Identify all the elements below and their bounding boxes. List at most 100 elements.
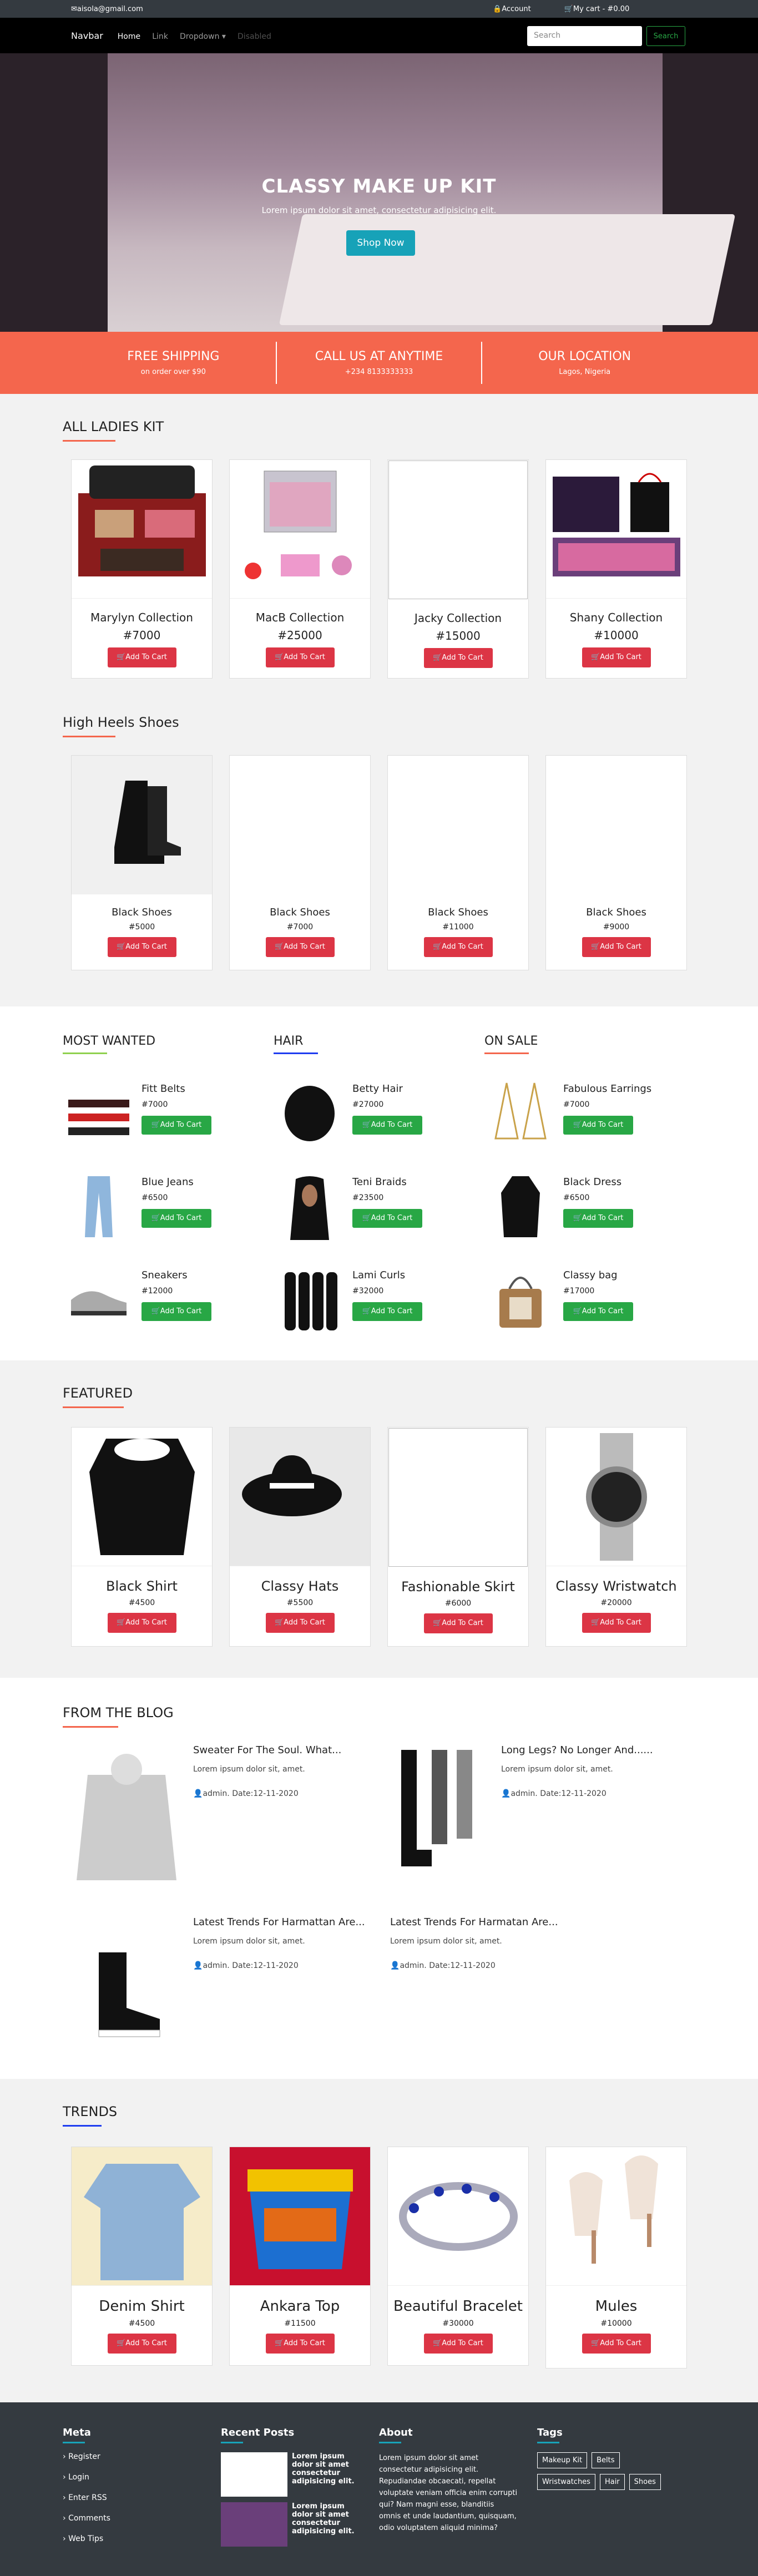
tag-hair[interactable]: Hair: [599, 2474, 625, 2490]
add-to-cart-button[interactable]: 🛒Add To Cart: [265, 937, 335, 957]
nav-link[interactable]: Link: [152, 32, 168, 41]
product-price: #25000: [277, 629, 322, 642]
heels-cards: Black Shoes #5000 🛒Add To Cart Black Sho…: [0, 755, 758, 970]
product-card: Ankara Top #11500 🛒Add To Cart: [229, 2147, 371, 2366]
product-price: #20000: [600, 1598, 632, 1607]
navbar-brand[interactable]: Navbar: [71, 31, 103, 41]
blog-post[interactable]: Latest Trends For Harmattan Are... Lorem …: [71, 1916, 379, 2088]
product-name: MacB Collection: [255, 611, 345, 624]
footer-link-rss[interactable]: › Enter RSS: [63, 2493, 221, 2502]
add-to-cart-button[interactable]: 🛒Add To Cart: [352, 1116, 422, 1135]
product-price: #10000: [594, 629, 639, 642]
tag-belts[interactable]: Belts: [592, 2452, 620, 2468]
blog-post[interactable]: Latest Trends For Harmatan Are... Lorem i…: [379, 1916, 687, 2088]
search-button[interactable]: Search: [646, 26, 685, 46]
product-image-broken: [388, 460, 528, 599]
add-to-cart-button[interactable]: 🛒Add To Cart: [352, 1302, 422, 1321]
product-image: [230, 2147, 370, 2286]
nav-home[interactable]: Home: [118, 32, 140, 41]
footer-link-login[interactable]: › Login: [63, 2473, 221, 2482]
tag-shoes[interactable]: Shoes: [629, 2474, 661, 2490]
tag-wristwatches[interactable]: Wristwatches: [537, 2474, 595, 2490]
section-title: High Heels Shoes: [0, 715, 758, 737]
footer-meta: Meta › Register › Login › Enter RSS › Co…: [63, 2427, 221, 2555]
add-to-cart-button[interactable]: 🛒Add To Cart: [563, 1302, 633, 1321]
lists-row: MOST WANTED Fitt Belts #7000 🛒Add To Cart …: [0, 1034, 758, 1334]
product-name: Denim Shirt: [99, 2298, 185, 2315]
product-price: #5500: [286, 1598, 314, 1607]
product-image: [230, 1428, 370, 1566]
add-to-cart-button[interactable]: 🛒Add To Cart: [142, 1116, 211, 1135]
add-to-cart-button[interactable]: 🛒Add To Cart: [107, 647, 176, 667]
product-card: Classy Hats #5500 🛒Add To Cart: [229, 1427, 371, 1647]
product-price: #5000: [128, 923, 155, 932]
navbar: Navbar Home Link Dropdown ▾ Disabled Sea…: [0, 18, 758, 53]
product-name: Black Shirt: [106, 1578, 178, 1594]
tag-makeup-kit[interactable]: Makeup Kit: [537, 2452, 588, 2468]
add-to-cart-button[interactable]: 🛒Add To Cart: [582, 647, 651, 667]
recent-post[interactable]: Lorem ipsum dolor sit amet consectetur a…: [221, 2502, 379, 2547]
add-to-cart-button[interactable]: 🛒Add To Cart: [265, 1613, 335, 1633]
list-item: Classy bag #17000 🛒Add To Cart: [484, 1266, 695, 1334]
product-image: [274, 1266, 346, 1334]
product-name: Black Shoes: [270, 907, 330, 918]
product-image: [230, 756, 370, 894]
product-card: Shany Collection #10000 🛒Add To Cart: [545, 459, 687, 679]
add-to-cart-button[interactable]: 🛒Add To Cart: [352, 1209, 422, 1228]
info-call: CALL US AT ANYTIME +234 8133333333: [277, 342, 483, 384]
recent-post[interactable]: Lorem ipsum dolor sit amet consectetur a…: [221, 2452, 379, 2497]
footer-link-comments[interactable]: › Comments: [63, 2514, 221, 2523]
add-to-cart-button[interactable]: 🛒Add To Cart: [107, 937, 176, 957]
cart-link[interactable]: 🛒My cart - #0.00: [564, 5, 630, 13]
list-item: Betty Hair #27000 🛒Add To Cart: [274, 1080, 484, 1147]
add-to-cart-button[interactable]: 🛒Add To Cart: [563, 1116, 633, 1135]
add-to-cart-button[interactable]: 🛒Add To Cart: [582, 1613, 651, 1633]
product-image: [484, 1266, 557, 1334]
product-price: #11500: [284, 2319, 316, 2328]
nav-dropdown[interactable]: Dropdown ▾: [180, 32, 226, 41]
add-to-cart-button[interactable]: 🛒Add To Cart: [423, 2334, 493, 2354]
blog-post[interactable]: Long Legs? No Longer And...... Lorem ipsu…: [379, 1744, 687, 1916]
product-card: Mules #10000 🛒Add To Cart: [545, 2147, 687, 2368]
section-title: ALL LADIES KIT: [0, 419, 758, 442]
product-image-broken: [388, 1428, 528, 1567]
product-name: Marylyn Collection: [90, 611, 193, 624]
add-to-cart-button[interactable]: 🛒Add To Cart: [423, 648, 493, 668]
add-to-cart-button[interactable]: 🛒Add To Cart: [142, 1209, 211, 1228]
add-to-cart-button[interactable]: 🛒Add To Cart: [107, 1613, 176, 1633]
footer-tags: Tags Makeup Kit BeltsWristwatches Hair Shoe…: [537, 2427, 695, 2555]
product-card: Black Shoes #9000 🛒Add To Cart: [545, 755, 687, 970]
add-to-cart-button[interactable]: 🛒Add To Cart: [265, 2334, 335, 2354]
product-price: #9000: [603, 923, 630, 932]
add-to-cart-button[interactable]: 🛒Add To Cart: [423, 937, 493, 957]
add-to-cart-button[interactable]: 🛒Add To Cart: [142, 1302, 211, 1321]
footer-link-webtips[interactable]: › Web Tips: [63, 2534, 221, 2543]
section-title: TRENDS: [0, 2104, 758, 2127]
hero-subtitle: Lorem ipsum dolor sit amet, consectetur …: [261, 205, 497, 215]
add-to-cart-button[interactable]: 🛒Add To Cart: [563, 1209, 633, 1228]
cart-icon: 🛒: [564, 4, 573, 13]
footer-link-register[interactable]: › Register: [63, 2452, 221, 2461]
shop-now-button[interactable]: Shop Now: [346, 230, 415, 256]
product-image: [546, 2147, 686, 2286]
product-image: [63, 1173, 135, 1241]
add-to-cart-button[interactable]: 🛒Add To Cart: [582, 2334, 651, 2354]
user-icon: 👤: [193, 1789, 203, 1798]
ladies-cards: Marylyn Collection #7000 🛒Add To Cart Ma…: [0, 459, 758, 679]
account-link[interactable]: 🔒Account: [493, 5, 531, 13]
add-to-cart-button[interactable]: 🛒Add To Cart: [582, 937, 651, 957]
add-to-cart-button[interactable]: 🛒Add To Cart: [265, 647, 335, 667]
topbar: ✉ aisola@gmail.com 🔒Account 🛒My cart - #…: [0, 0, 758, 18]
product-name: Beautiful Bracelet: [393, 2298, 523, 2315]
product-image: [388, 2147, 528, 2286]
lock-icon: 🔒: [493, 4, 502, 13]
section-title: FEATURED: [0, 1385, 758, 1408]
blog-post[interactable]: Sweater For The Soul. What... Lorem ipsum…: [71, 1744, 379, 1916]
product-card: Black Shoes #11000 🛒Add To Cart: [387, 755, 529, 970]
add-to-cart-button[interactable]: 🛒Add To Cart: [423, 1613, 493, 1633]
add-to-cart-button[interactable]: 🛒Add To Cart: [107, 2334, 176, 2354]
hair-list: HAIR Betty Hair #27000 🛒Add To Cart Teni B…: [274, 1034, 484, 1334]
product-name: Ankara Top: [260, 2298, 340, 2315]
search-input[interactable]: Search: [527, 26, 642, 46]
product-name: Fashionable Skirt: [401, 1579, 515, 1595]
